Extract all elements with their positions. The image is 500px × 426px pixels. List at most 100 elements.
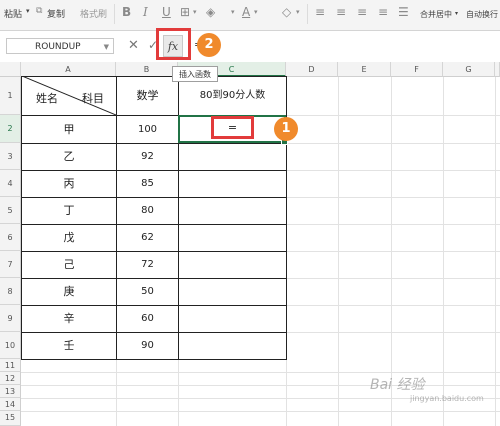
insert-function-button[interactable]: fx [163,35,183,57]
fill-color-icon[interactable]: ◈ [206,5,215,19]
row-header-13[interactable]: 13 [0,385,21,398]
cell-b1[interactable]: 数学 [116,76,179,116]
gridline [286,332,500,333]
gridline [286,197,500,198]
row-header-9[interactable]: 9 [0,305,21,332]
gridline [286,115,500,116]
merge-dropdown-icon[interactable]: ▾ [455,10,458,17]
watermark: Bai 经验 jingyan.baidu.com [370,374,484,403]
column-header-d[interactable]: D [286,62,338,77]
row-header-11[interactable]: 11 [0,359,21,372]
column-header-g[interactable]: G [443,62,495,77]
name-box-value: ROUNDUP [35,42,81,52]
format-painter-button[interactable]: 格式刷 [80,7,107,20]
align-right-icon[interactable]: ≡ [357,5,367,19]
border-icon[interactable]: ⊞ [180,5,190,19]
cell-name[interactable]: 乙 [21,143,117,171]
header-subject-label: 科目 [82,92,104,105]
cell-score[interactable]: 72 [116,251,179,279]
toolbar-divider [307,4,308,24]
cell-name[interactable]: 己 [21,251,117,279]
column-header-e[interactable]: E [338,62,391,77]
select-all-corner[interactable] [0,62,21,77]
cell-score[interactable]: 85 [116,170,179,198]
gridline [286,359,287,426]
clear-format-icon[interactable]: ◇ [282,5,291,19]
row-header-14[interactable]: 14 [0,398,21,411]
formula-bar: ROUNDUP ▼ ✕ ✓ [0,31,500,63]
cell-score[interactable]: 60 [116,305,179,333]
row-header-1[interactable]: 1 [0,77,21,115]
cell-count[interactable] [178,305,287,333]
gridline [286,251,500,252]
font-color-dropdown-icon[interactable]: ▾ [254,8,258,16]
clear-dropdown-icon[interactable]: ▾ [296,8,300,16]
cell-score[interactable]: 80 [116,197,179,225]
cell-name[interactable]: 丁 [21,197,117,225]
cell-count[interactable] [178,278,287,306]
insert-function-tooltip: 插入函数 [172,66,218,82]
cell-name[interactable]: 丙 [21,170,117,198]
fill-dropdown-icon[interactable]: ▾ [231,8,235,16]
cell-count[interactable] [178,170,287,198]
cell-score[interactable]: 100 [116,115,179,144]
column-header-f[interactable]: F [391,62,443,77]
gridline [178,359,179,426]
cell-name[interactable]: 戊 [21,224,117,252]
row-header-12[interactable]: 12 [0,372,21,385]
watermark-text: Bai 经验 [370,377,425,393]
copy-button[interactable]: 复制 [47,7,65,20]
row-header-3[interactable]: 3 [0,143,21,170]
distributed-align-icon[interactable]: ☰ [398,5,409,19]
watermark-sub: jingyan.baidu.com [410,394,484,403]
chevron-down-icon[interactable]: ▼ [104,39,109,55]
cell-name[interactable]: 甲 [21,115,117,144]
header-name-label: 姓名 [36,92,58,105]
cell-score[interactable]: 62 [116,224,179,252]
row-header-10[interactable]: 10 [0,332,21,359]
row-header-7[interactable]: 7 [0,251,21,278]
underline-button[interactable]: U [162,5,171,19]
cell-score[interactable]: 90 [116,332,179,360]
step-badge-2: 2 [197,33,221,57]
merge-center-button[interactable]: 合并居中 [420,9,452,20]
row-header-5[interactable]: 5 [0,197,21,224]
cell-name[interactable]: 辛 [21,305,117,333]
cell-score[interactable]: 50 [116,278,179,306]
copy-icon[interactable]: ⧉ [36,6,42,16]
gridline [286,143,500,144]
paste-dropdown-icon[interactable]: ▾ [26,7,30,15]
active-cell-value: = [211,116,254,139]
justify-icon[interactable]: ≡ [378,5,388,19]
font-color-icon[interactable]: A [242,5,250,19]
row-header-4[interactable]: 4 [0,170,21,197]
cell-count[interactable] [178,197,287,225]
italic-button[interactable]: I [143,5,148,19]
gridline [286,278,500,279]
cell-name[interactable]: 庚 [21,278,117,306]
cell-count[interactable] [178,224,287,252]
cancel-icon[interactable]: ✕ [128,38,139,53]
column-header-b[interactable]: B [116,62,178,77]
row-header-8[interactable]: 8 [0,278,21,305]
bold-button[interactable]: B [122,5,131,19]
gridline [286,305,500,306]
column-header-a[interactable]: A [21,62,116,77]
row-header-15[interactable]: 15 [0,411,21,426]
name-box[interactable]: ROUNDUP ▼ [6,38,114,54]
align-center-icon[interactable]: ≡ [336,5,346,19]
border-dropdown-icon[interactable]: ▾ [193,8,197,16]
cell-count[interactable] [178,143,287,171]
cell-count[interactable] [178,251,287,279]
column-header-h[interactable] [495,62,500,77]
auto-wrap-button[interactable]: 自动换行 [466,9,498,20]
gridline [21,411,500,412]
cell-name[interactable]: 壬 [21,332,117,360]
row-header-2[interactable]: 2 [0,115,21,143]
gridline [286,170,500,171]
cell-count[interactable] [178,332,287,360]
paste-button[interactable]: 粘贴 [4,7,22,20]
cell-score[interactable]: 92 [116,143,179,171]
align-left-icon[interactable]: ≡ [315,5,325,19]
row-header-6[interactable]: 6 [0,224,21,251]
